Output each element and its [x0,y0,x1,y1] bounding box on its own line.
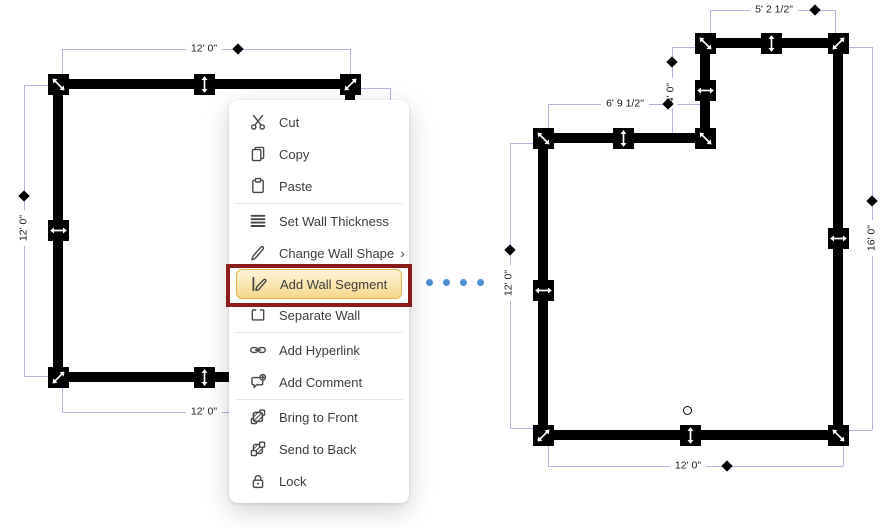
scissors-icon [249,113,267,131]
menu-item-label: Bring to Front [279,410,358,425]
corner-handle[interactable] [828,33,849,54]
dimension-handle-diamond[interactable] [866,195,877,206]
connection-point-circle [683,406,692,415]
dot [477,279,484,286]
dimension-handle-diamond[interactable] [232,43,243,54]
menu-item-label: Separate Wall [279,308,360,323]
context-menu: Cut Copy Paste Set Wall Thickness Change [229,100,409,503]
menu-item-label: Add Wall Segment [280,277,387,292]
dimension-handle-diamond[interactable] [18,190,29,201]
dimension-label: 16' 0" [866,220,879,256]
menu-item-label: Send to Back [279,442,356,457]
dimension-label: 5' 2 1/2" [750,4,798,17]
menu-item-cut[interactable]: Cut [229,106,409,138]
dimension-label: 12' 0" [503,265,516,301]
clipboard-icon [249,177,267,195]
menu-item-label: Paste [279,179,312,194]
pen-icon [249,244,267,262]
menu-item-separate-wall[interactable]: Separate Wall [229,299,409,331]
copy-icon [249,145,267,163]
corner-handle[interactable] [695,128,716,149]
dimension-handle-diamond[interactable] [666,56,677,67]
menu-item-lock[interactable]: Lock [229,465,409,497]
dot [460,279,467,286]
corner-handle[interactable] [48,74,69,95]
menu-item-copy[interactable]: Copy [229,138,409,170]
menu-item-label: Change Wall Shape [279,246,394,261]
lock-icon [249,472,267,490]
menu-item-send-to-back[interactable]: Send to Back [229,433,409,465]
dimension-label: 12' 0" [670,460,706,473]
menu-item-add-wall-segment[interactable]: Add Wall Segment [236,269,402,299]
midpoint-handle[interactable] [613,128,634,149]
bring-to-front-icon [249,408,267,426]
corner-handle[interactable] [695,33,716,54]
menu-item-label: Cut [279,115,299,130]
dimension-line [843,443,844,466]
dimension-label: 6' 9 1/2" [601,98,649,111]
dimension-handle-diamond[interactable] [504,244,515,255]
menu-item-label: Copy [279,147,309,162]
menu-item-paste[interactable]: Paste [229,170,409,202]
midpoint-handle[interactable] [194,367,215,388]
separate-wall-icon [249,306,267,324]
submenu-chevron-icon: › [400,246,405,260]
corner-handle[interactable] [533,425,554,446]
menu-item-add-hyperlink[interactable]: Add Hyperlink [229,334,409,366]
corner-handle[interactable] [340,74,361,95]
dot [426,279,433,286]
menu-divider [235,399,403,400]
menu-item-label: Set Wall Thickness [279,214,389,229]
menu-divider [235,203,403,204]
add-wall-segment-icon [250,275,268,293]
menu-item-label: Lock [279,474,306,489]
dimension-line [548,104,549,131]
midpoint-handle[interactable] [828,228,849,249]
dimension-label: 12' 0" [186,406,222,419]
dot [443,279,450,286]
menu-item-label: Add Hyperlink [279,343,360,358]
floorplan-canvas: 12' 0" 12' 0" 12' 0" 5' 2 1/2" 4' 0" 6' … [0,0,896,528]
corner-handle[interactable] [48,367,69,388]
wall-thickness-icon [249,212,267,230]
midpoint-handle[interactable] [680,425,701,446]
midpoint-handle[interactable] [194,74,215,95]
hyperlink-icon [249,341,267,359]
menu-item-bring-to-front[interactable]: Bring to Front [229,401,409,433]
midpoint-handle[interactable] [48,220,69,241]
dimension-handle-diamond[interactable] [721,460,732,471]
corner-handle[interactable] [533,128,554,149]
dimension-handle-diamond[interactable] [809,4,820,15]
midpoint-handle[interactable] [761,33,782,54]
menu-item-change-wall-shape[interactable]: Change Wall Shape › [229,237,409,269]
dimension-line [548,443,549,466]
menu-divider [235,332,403,333]
menu-item-label: Add Comment [279,375,362,390]
midpoint-handle[interactable] [533,280,554,301]
menu-item-add-comment[interactable]: Add Comment [229,366,409,398]
midpoint-handle[interactable] [695,80,716,101]
dimension-label: 12' 0" [186,43,222,56]
dimension-label: 12' 0" [18,210,31,246]
continuation-dots [426,279,484,286]
send-to-back-icon [249,440,267,458]
menu-item-set-wall-thickness[interactable]: Set Wall Thickness [229,205,409,237]
corner-handle[interactable] [828,425,849,446]
comment-plus-icon [249,373,267,391]
